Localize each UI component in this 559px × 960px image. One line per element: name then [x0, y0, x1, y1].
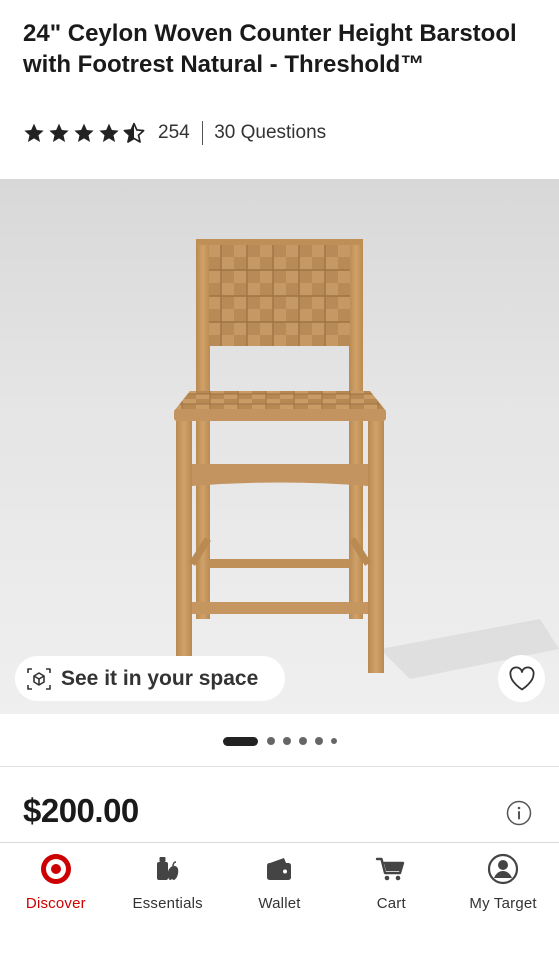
heart-icon [508, 665, 535, 690]
product-image-gallery[interactable] [0, 179, 559, 714]
product-title: 24" Ceylon Woven Counter Height Barstool… [23, 20, 517, 78]
target-bullseye-icon [40, 854, 71, 884]
carousel-dot[interactable] [330, 738, 337, 744]
tab-essentials[interactable]: Essentials [112, 843, 224, 960]
product-price: $200.00 [23, 792, 139, 829]
carousel-dot[interactable] [298, 737, 307, 745]
tab-discover-label: Discover [25, 895, 86, 912]
carousel-dot[interactable] [282, 737, 291, 745]
see-in-your-space-label: See it in your space [61, 666, 259, 690]
star-full-icon [74, 123, 94, 142]
tab-cart[interactable]: Cart [335, 843, 447, 960]
star-rating [23, 122, 148, 144]
product-image [0, 239, 559, 714]
tab-cart-label: Cart [376, 895, 406, 912]
tab-wallet-label: Wallet [258, 895, 301, 912]
tab-my-target[interactable]: My Target [447, 843, 559, 960]
carousel-dot[interactable] [314, 737, 323, 745]
tab-wallet[interactable]: Wallet [224, 843, 336, 960]
cart-icon [376, 857, 405, 881]
tab-essentials-label: Essentials [132, 895, 203, 912]
review-count[interactable]: 254 [158, 122, 190, 144]
product-title-block: 24" Ceylon Woven Counter Height Barstool… [23, 18, 543, 80]
carousel-dot-active[interactable] [222, 736, 258, 746]
rating-row[interactable]: 254 30 Questions [23, 120, 326, 146]
augmented-reality-cube-icon [27, 667, 51, 690]
account-icon [487, 853, 519, 885]
info-icon[interactable] [506, 800, 532, 826]
questions-link[interactable]: 30 Questions [214, 122, 326, 144]
carousel-dot[interactable] [266, 737, 275, 745]
wallet-icon [267, 858, 292, 880]
star-full-icon [24, 123, 44, 142]
section-divider [0, 766, 559, 767]
tab-my-target-label: My Target [469, 895, 537, 912]
star-full-icon [99, 123, 119, 142]
bottom-tab-bar: Discover Essentials Wallet Cart My Targe… [0, 843, 559, 960]
carousel-pagination[interactable] [0, 736, 559, 746]
star-full-icon [49, 123, 69, 142]
tab-discover[interactable]: Discover [0, 843, 112, 960]
rating-divider [201, 121, 204, 145]
see-in-your-space-button[interactable]: See it in your space [15, 656, 285, 701]
essentials-icon [156, 857, 178, 880]
favorite-button[interactable] [498, 655, 545, 702]
star-half-icon [123, 122, 145, 143]
